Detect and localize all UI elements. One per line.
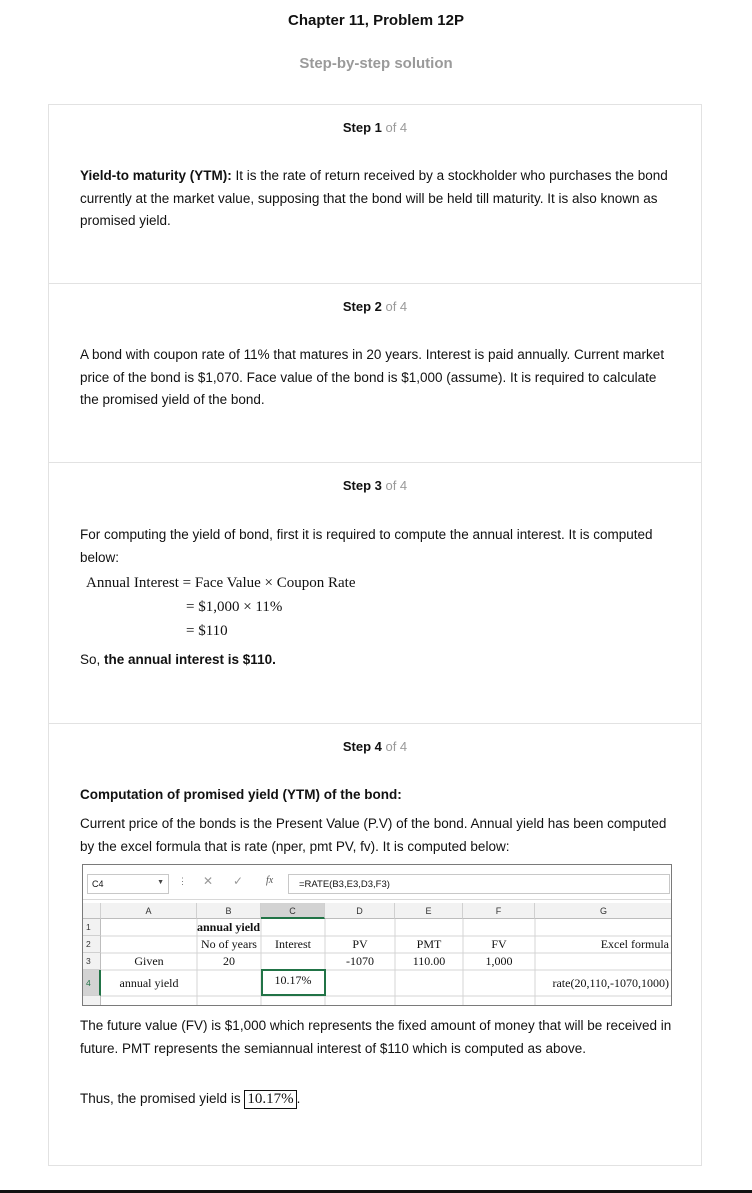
step-1-card: Step 1 of 4 Yield-to maturity (YTM): It … bbox=[48, 104, 702, 284]
cancel-icon[interactable]: ✕ bbox=[203, 874, 213, 888]
check-icon[interactable]: ✓ bbox=[233, 874, 243, 888]
cell-a4[interactable]: annual yield bbox=[101, 976, 197, 991]
step-1-label: Step 1 of 4 bbox=[342, 120, 408, 135]
cell-b2[interactable]: No of years bbox=[197, 937, 261, 952]
formula-input[interactable]: =RATE(B3,E3,D3,F3) bbox=[288, 874, 670, 894]
step-4-heading: Computation of promised yield (YTM) of t… bbox=[80, 787, 402, 802]
cell-e3[interactable]: 110.00 bbox=[395, 954, 463, 969]
cell-b3[interactable]: 20 bbox=[197, 954, 261, 969]
name-box[interactable]: C4 ▼ bbox=[87, 874, 169, 894]
cell-c2[interactable]: Interest bbox=[261, 937, 325, 952]
step-3-text: For computing the yield of bond, first i… bbox=[80, 527, 653, 565]
cell-g4[interactable]: rate(20,110,-1070,1000) bbox=[535, 976, 671, 991]
math-line-3: = $110 bbox=[186, 623, 228, 639]
page-title: Chapter 11, Problem 12P bbox=[288, 12, 464, 29]
function-icon[interactable]: fx bbox=[266, 875, 273, 886]
row-header-5[interactable] bbox=[83, 996, 101, 1005]
cell-f3[interactable]: 1,000 bbox=[463, 954, 535, 969]
step-3-label: Step 3 of 4 bbox=[342, 478, 408, 493]
step-4-card: Step 4 of 4 Computation of promised yiel… bbox=[48, 723, 702, 1166]
math-line-1: Annual Interest = Face Value × Coupon Ra… bbox=[86, 575, 356, 591]
cell-a3[interactable]: Given bbox=[101, 954, 197, 969]
step-3-conclusion: So, the annual interest is $110. bbox=[80, 652, 276, 667]
cell-d2[interactable]: PV bbox=[325, 937, 395, 952]
column-header-d[interactable]: D bbox=[325, 903, 395, 919]
cell-d3[interactable]: -1070 bbox=[325, 954, 395, 969]
column-header-f[interactable]: F bbox=[463, 903, 535, 919]
step-4-text: Current price of the bonds is the Presen… bbox=[80, 816, 667, 854]
cell-g2[interactable]: Excel formula bbox=[535, 937, 671, 952]
formula-bar: C4 ▼ ⋮ ✕ ✓ fx =RATE(B3,E3,D3,F3) bbox=[83, 865, 671, 900]
chevron-down-icon: ▼ bbox=[157, 879, 164, 886]
cell-b1[interactable]: annual yield bbox=[197, 920, 331, 935]
column-header-g[interactable]: G bbox=[535, 903, 671, 919]
row-header-2[interactable]: 2 bbox=[83, 936, 101, 953]
select-all-corner[interactable] bbox=[83, 903, 101, 919]
step-2-label: Step 2 of 4 bbox=[342, 299, 408, 314]
cell-e2[interactable]: PMT bbox=[395, 937, 463, 952]
row-header-1[interactable]: 1 bbox=[83, 919, 101, 936]
row-header-4[interactable]: 4 bbox=[83, 970, 101, 996]
math-line-2: = $1,000 × 11% bbox=[186, 599, 283, 615]
step-2-text: A bond with coupon rate of 11% that matu… bbox=[80, 347, 665, 407]
step-3-card: Step 3 of 4 For computing the yield of b… bbox=[48, 462, 702, 724]
more-icon: ⋮ bbox=[178, 876, 187, 886]
step-4-text-2: The future value (FV) is $1,000 which re… bbox=[80, 1018, 672, 1056]
column-header-e[interactable]: E bbox=[395, 903, 463, 919]
step-1-text: Yield-to maturity (YTM): It is the rate … bbox=[80, 168, 668, 228]
step-4-label: Step 4 of 4 bbox=[342, 739, 408, 754]
page-subtitle: Step-by-step solution bbox=[299, 55, 453, 72]
column-header-b[interactable]: B bbox=[197, 903, 261, 919]
cell-c4[interactable]: 10.17% bbox=[261, 973, 325, 988]
excel-screenshot: C4 ▼ ⋮ ✕ ✓ fx =RATE(B3,E3,D3,F3) A B C D … bbox=[82, 864, 672, 1006]
column-header-a[interactable]: A bbox=[101, 903, 197, 919]
step-2-card: Step 2 of 4 A bond with coupon rate of 1… bbox=[48, 283, 702, 463]
cell-f2[interactable]: FV bbox=[463, 937, 535, 952]
step-4-final: Thus, the promised yield is 10.17%. bbox=[80, 1090, 301, 1109]
final-answer-box: 10.17% bbox=[244, 1090, 297, 1109]
row-header-3[interactable]: 3 bbox=[83, 953, 101, 970]
column-header-c[interactable]: C bbox=[261, 903, 325, 919]
